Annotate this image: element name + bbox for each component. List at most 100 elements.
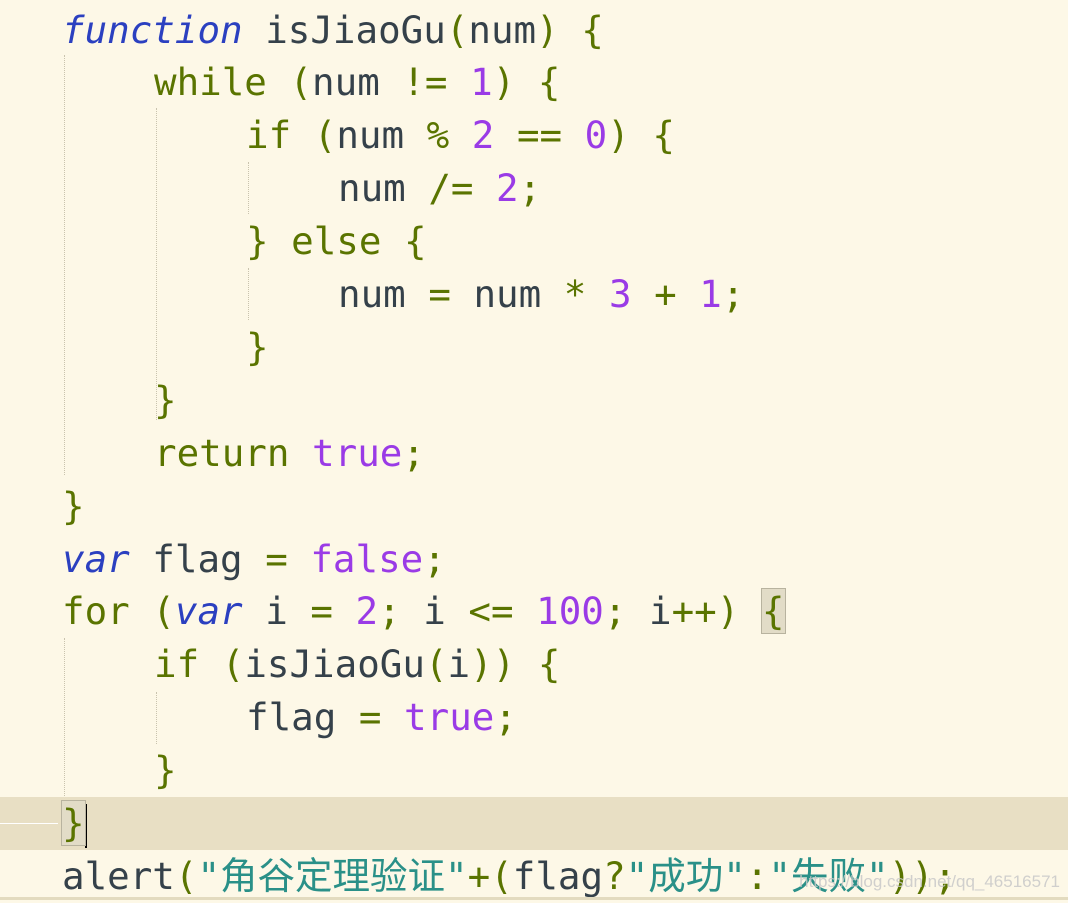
punctuation-token: ; xyxy=(378,589,401,634)
punctuation-token: ) xyxy=(607,113,630,158)
identifier-token xyxy=(288,537,311,581)
punctuation-token: ; xyxy=(423,536,446,581)
identifier-token: i xyxy=(400,589,469,634)
identifier-token: flag xyxy=(512,853,604,898)
code-text: num = num * 3 + 1; xyxy=(338,268,744,321)
code-line[interactable]: } xyxy=(0,480,1068,533)
identifier-token xyxy=(269,219,292,263)
string-token: "角谷定理验证" xyxy=(197,853,468,898)
punctuation-token: ; xyxy=(603,589,627,634)
punctuation-token: ( xyxy=(313,113,337,158)
identifier-token xyxy=(559,8,582,52)
identifier-token: i xyxy=(242,589,311,634)
code-line[interactable]: function isJiaoGu(num) { xyxy=(0,4,1068,57)
identifier-token: i xyxy=(447,642,471,687)
punctuation-token: )) xyxy=(470,642,516,687)
identifier-token xyxy=(291,113,314,157)
punctuation-token: ; xyxy=(518,166,542,211)
keyword-token: if xyxy=(154,642,200,687)
punctuation-token: { xyxy=(537,642,561,687)
identifier-token: i xyxy=(626,589,672,634)
literal-token: 3 xyxy=(608,272,632,316)
code-text: while (num != 1) { xyxy=(154,56,560,109)
code-line[interactable]: while (num != 1) { xyxy=(0,56,1068,109)
identifier-token: num xyxy=(468,7,537,52)
identifier-token xyxy=(514,589,537,633)
punctuation-token: ( xyxy=(289,60,313,105)
punctuation-token: { xyxy=(537,60,561,105)
code-line[interactable]: } xyxy=(0,321,1068,374)
identifier-token xyxy=(381,219,404,263)
declaration-keyword-token: var xyxy=(62,536,130,581)
punctuation-token: ( xyxy=(445,7,469,52)
literal-token: false xyxy=(310,536,424,581)
keyword-token: else xyxy=(291,219,382,264)
code-line[interactable]: var flag = false; xyxy=(0,533,1068,586)
code-line[interactable]: if (isJiaoGu(i)) { xyxy=(0,638,1068,691)
matched-brace-token: } xyxy=(61,800,86,846)
literal-token: 0 xyxy=(584,113,608,158)
punctuation-token: } xyxy=(154,377,177,422)
identifier-token xyxy=(630,113,653,157)
punctuation-token: ? xyxy=(603,853,626,898)
identifier-token xyxy=(632,272,655,316)
code-text: if (isJiaoGu(i)) { xyxy=(154,638,560,691)
punctuation-token: ) xyxy=(492,60,516,105)
text-caret xyxy=(84,803,87,848)
punctuation-token: = xyxy=(310,589,333,634)
code-line[interactable]: } else { xyxy=(0,215,1068,268)
punctuation-token: { xyxy=(652,113,675,158)
identifier-token xyxy=(130,589,153,633)
literal-token: 2 xyxy=(496,166,519,211)
declaration-keyword-token: function xyxy=(62,7,243,52)
punctuation-token: ; xyxy=(721,272,745,316)
code-text: var flag = false; xyxy=(62,533,446,586)
identifier-token xyxy=(494,113,517,157)
punctuation-token: /= xyxy=(428,166,474,211)
literal-token: 100 xyxy=(536,589,604,634)
keyword-token: while xyxy=(154,60,267,105)
identifier-token xyxy=(677,272,700,316)
code-line[interactable]: num /= 2; xyxy=(0,162,1068,215)
code-text: return true; xyxy=(154,427,425,480)
code-text: for (var i = 2; i <= 100; i++) { xyxy=(62,585,786,638)
code-line[interactable]: } xyxy=(0,744,1068,797)
identifier-token xyxy=(381,695,404,739)
identifier-token: flag xyxy=(246,695,359,740)
punctuation-token: * xyxy=(563,272,587,316)
literal-token: 2 xyxy=(355,589,379,634)
identifier-token: num xyxy=(450,272,564,316)
punctuation-token: } xyxy=(246,324,269,369)
code-line[interactable]: if (num % 2 == 0) { xyxy=(0,109,1068,162)
code-line[interactable]: num = num * 3 + 1; xyxy=(0,268,1068,321)
declaration-keyword-token: var xyxy=(174,589,243,634)
punctuation-token: % xyxy=(426,113,450,158)
code-text: } xyxy=(61,797,87,850)
code-text: } xyxy=(62,480,85,533)
identifier-token: flag xyxy=(129,536,266,581)
identifier-token: num xyxy=(338,272,429,316)
identifier-token: num xyxy=(336,113,427,158)
code-line[interactable]: } xyxy=(0,374,1068,427)
code-line[interactable]: for (var i = 2; i <= 100; i++) { xyxy=(0,585,1068,638)
identifier-token: num xyxy=(312,60,403,105)
identifier-token xyxy=(586,272,609,316)
code-line-current[interactable]: } xyxy=(0,797,1068,850)
current-line-marker xyxy=(0,823,58,824)
punctuation-token: = xyxy=(428,272,451,316)
identifier-token xyxy=(289,431,312,475)
punctuation-token: { xyxy=(581,7,604,52)
literal-token: 1 xyxy=(699,272,722,316)
matched-brace-token: { xyxy=(760,588,786,635)
code-line[interactable]: return true; xyxy=(0,427,1068,480)
punctuation-token: ( xyxy=(424,642,448,687)
code-editor[interactable]: function isJiaoGu(num) {while (num != 1)… xyxy=(0,0,1068,900)
punctuation-token: = xyxy=(358,695,382,740)
code-line[interactable]: flag = true; xyxy=(0,691,1068,744)
code-text: flag = true; xyxy=(246,691,517,744)
punctuation-token: ; xyxy=(402,430,425,475)
code-text: } xyxy=(154,374,177,427)
punctuation-token: ) xyxy=(536,7,559,52)
identifier-token xyxy=(515,60,538,104)
punctuation-token: } xyxy=(62,483,85,528)
